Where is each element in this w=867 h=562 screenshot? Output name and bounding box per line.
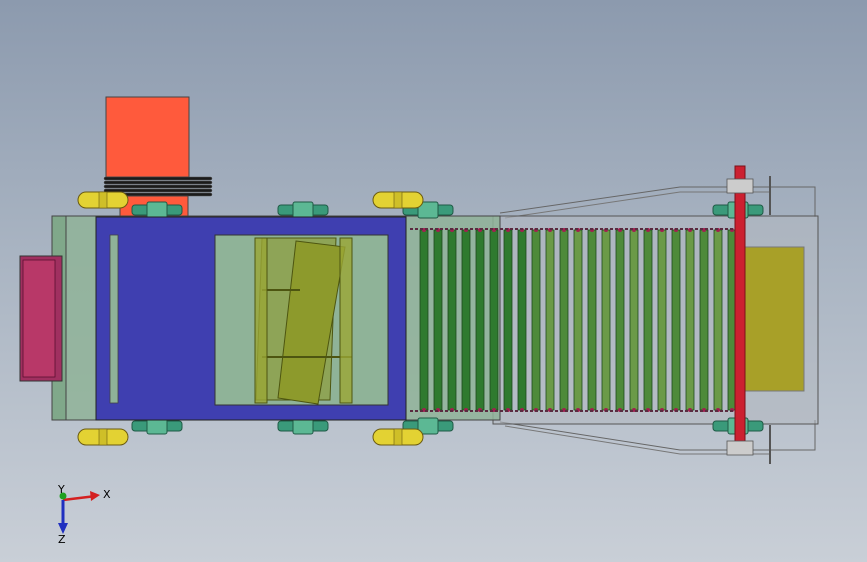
shaft-collar-bottom bbox=[726, 440, 754, 456]
conveyor-slat bbox=[601, 229, 611, 411]
sprocket-hub bbox=[292, 201, 314, 219]
y-axis-label: Y bbox=[57, 483, 65, 496]
cad-viewport[interactable]: X Y Z bbox=[0, 0, 867, 562]
belt-groove bbox=[103, 180, 213, 185]
conveyor-slat bbox=[559, 229, 569, 411]
conveyor-slat bbox=[699, 229, 709, 411]
x-axis-label: X bbox=[103, 488, 111, 501]
conveyor-slat bbox=[657, 229, 667, 411]
end-plate-inner bbox=[22, 259, 56, 378]
conveyor-slat bbox=[475, 229, 485, 411]
side-slot bbox=[109, 234, 119, 404]
conveyor-slat bbox=[517, 229, 527, 411]
conveyor-slat bbox=[713, 229, 723, 411]
wheel-hub bbox=[98, 191, 108, 209]
side-guide-bottom bbox=[499, 420, 816, 455]
wheel-hub bbox=[393, 191, 403, 209]
wheel-hub bbox=[98, 428, 108, 446]
conveyor-slat bbox=[461, 229, 471, 411]
belt-groove bbox=[103, 176, 213, 181]
conveyor-slat bbox=[503, 229, 513, 411]
conveyor-slat bbox=[531, 229, 541, 411]
conveyor-slat bbox=[489, 229, 499, 411]
conveyor-slat bbox=[433, 229, 443, 411]
shaft-collar-top bbox=[726, 178, 754, 194]
belt-groove bbox=[103, 184, 213, 189]
side-guide-top bbox=[499, 186, 816, 219]
conveyor-slat bbox=[419, 229, 429, 411]
conveyor-slat bbox=[587, 229, 597, 411]
motor bbox=[105, 96, 190, 178]
x-axis-head bbox=[90, 491, 100, 501]
axis-triad: X Y Z bbox=[57, 483, 111, 546]
conveyor-slats bbox=[419, 228, 737, 412]
conveyor-slat bbox=[643, 229, 653, 411]
conveyor-slat bbox=[545, 229, 555, 411]
sprocket-hub bbox=[146, 201, 168, 219]
wheel-hub bbox=[393, 428, 403, 446]
conveyor-slat bbox=[685, 229, 695, 411]
conveyor-slat bbox=[447, 229, 457, 411]
conveyor-slat bbox=[615, 229, 625, 411]
conveyor-slat bbox=[573, 229, 583, 411]
discharge-tray bbox=[741, 246, 805, 392]
conveyor-slat bbox=[629, 229, 639, 411]
conveyor-slat bbox=[671, 229, 681, 411]
drive-shaft bbox=[734, 165, 746, 452]
z-axis-label: Z bbox=[58, 533, 66, 546]
